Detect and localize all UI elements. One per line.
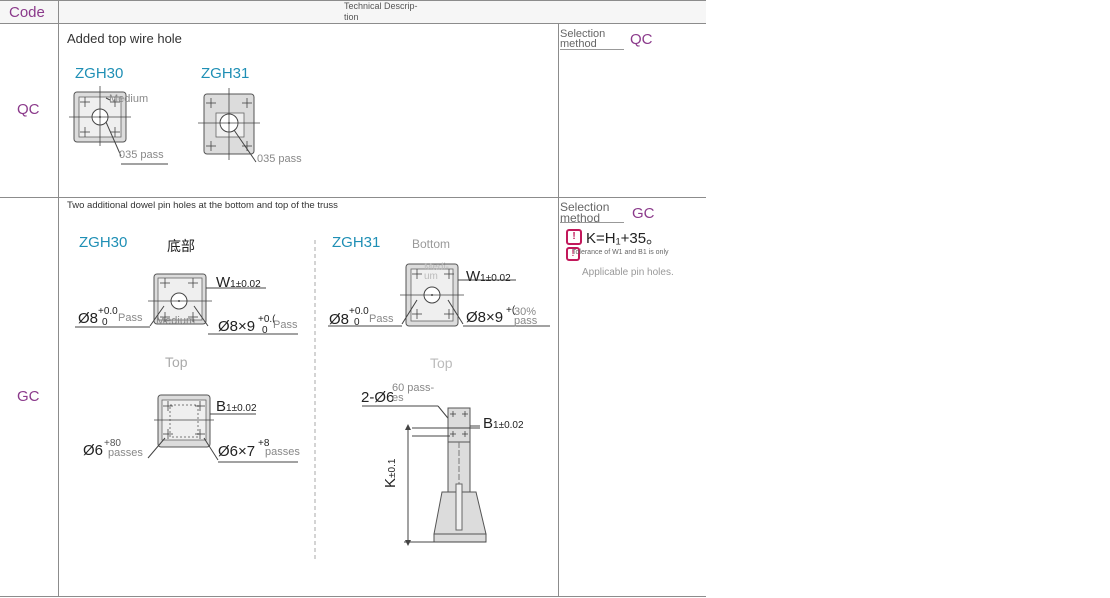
gc-right-phi8-sub: 0 [354,317,360,328]
gc-right-pass: Pass [369,313,394,325]
gc-right-top-label: Top [430,355,453,371]
gc-left-b: B1±0.02 [216,398,257,415]
gc-dashed-divider [314,240,316,562]
gc-left-phi8-sup: +0.0 [98,306,118,317]
gc-selection-label: Selection method [560,200,610,225]
gc-left-passes: passes [108,447,143,459]
gc-note-small: Tolerance of W1 and B1 is only [572,249,669,256]
gc-left-phi6: Ø6 [83,442,104,459]
gc-formula: K=H₁+35。 [586,230,662,247]
gc-title: Two additional dowel pin holes at the bo… [67,200,338,211]
qc-selection-underline [560,49,624,50]
qc-medium-label: Medium [109,93,149,105]
gc-left-w: W1±0.02 [216,274,261,291]
gc-left-pass2: Pass [273,319,298,331]
gc-left-phi8: Ø8 [78,310,99,327]
qc-pass-label-2: 035 pass [257,153,302,165]
gc-model-zgh30: ZGH30 [79,234,128,251]
warning-icon: ! [566,229,582,245]
gc-left-medium: Medium [156,315,196,327]
qc-pass-label-1: 035 pass [119,149,164,161]
code-column-border [58,0,59,597]
gc-right-phi8: Ø8 [329,311,350,328]
gc-selection-code: GC [632,205,655,222]
row-code-gc: GC [17,388,40,405]
header-code: Code [9,4,45,21]
gc-left-phi8x9: Ø8×9 [218,318,256,335]
gc-selection-underline [560,222,624,223]
gc-left-top-label: Top [165,354,188,370]
gc-right-pass2: pass [514,315,538,327]
gc-note: Applicable pin holes. [582,267,674,278]
gc-right-b: B1±0.02 [483,415,524,432]
gc-left-phi8-sub: 0 [102,317,108,328]
table-top-border [0,0,706,1]
gc-left-top-drawing [147,394,298,463]
gc-right-w: W1±0.02 [466,268,511,285]
gc-right-medium: Medi- um [424,262,450,282]
table-bottom-border [0,596,706,597]
gc-right-phi8x9: Ø8×9 [466,309,504,326]
gc-right-k: K±0.1 [382,458,399,488]
qc-selection-label: Selection method [560,28,606,50]
gc-left-passes2: passes [265,446,300,458]
qc-model-zgh31: ZGH31 [201,65,250,82]
qc-selection-code: QC [630,31,653,48]
gc-left-pass: Pass [118,312,143,324]
gc-right-bottom-label: Bottom [412,237,451,251]
row-code-qc: QC [17,101,40,118]
row-divider [0,197,706,198]
gc-left-bottom-label: 底部 [167,238,195,254]
qc-model-zgh30: ZGH30 [75,65,124,82]
header-bottom-border [0,23,706,24]
gc-left-phi8x9-sub: 0 [262,325,268,336]
qc-title: Added top wire hole [67,31,182,46]
gc-right-phi8-sup: +0.0 [349,306,369,317]
header-description: Technical Descrip- tion [344,1,418,22]
gc-model-zgh31: ZGH31 [332,234,381,251]
gc-left-phi6x7: Ø6×7 [218,443,256,460]
